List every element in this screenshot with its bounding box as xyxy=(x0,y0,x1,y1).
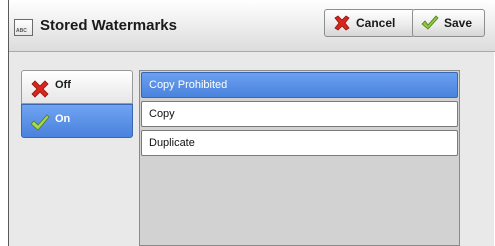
watermark-item-copy-prohibited[interactable]: Copy Prohibited xyxy=(141,72,458,98)
watermark-list: Copy Prohibited Copy Duplicate xyxy=(139,70,460,246)
off-label: Off xyxy=(55,79,71,91)
save-checkmark-icon xyxy=(421,15,439,30)
dialog-title: Stored Watermarks xyxy=(40,17,177,34)
off-button[interactable]: Off xyxy=(21,70,133,104)
title-bar: ABC Stored Watermarks Cancel Save xyxy=(9,0,495,52)
cancel-button[interactable]: Cancel xyxy=(324,9,415,37)
save-label: Save xyxy=(444,16,473,30)
watermark-toggle: Off On xyxy=(21,70,133,138)
off-x-icon xyxy=(31,80,49,98)
watermark-icon: ABC xyxy=(14,19,33,36)
stored-watermarks-dialog: ABC Stored Watermarks Cancel Save Off On… xyxy=(8,0,495,246)
cancel-label: Cancel xyxy=(356,16,396,30)
cancel-x-icon xyxy=(334,15,350,31)
watermark-item-copy[interactable]: Copy xyxy=(141,101,458,127)
on-checkmark-icon xyxy=(30,114,50,131)
on-label: On xyxy=(55,113,71,125)
on-button[interactable]: On xyxy=(21,104,133,138)
save-button[interactable]: Save xyxy=(412,9,485,37)
watermark-item-duplicate[interactable]: Duplicate xyxy=(141,130,458,156)
